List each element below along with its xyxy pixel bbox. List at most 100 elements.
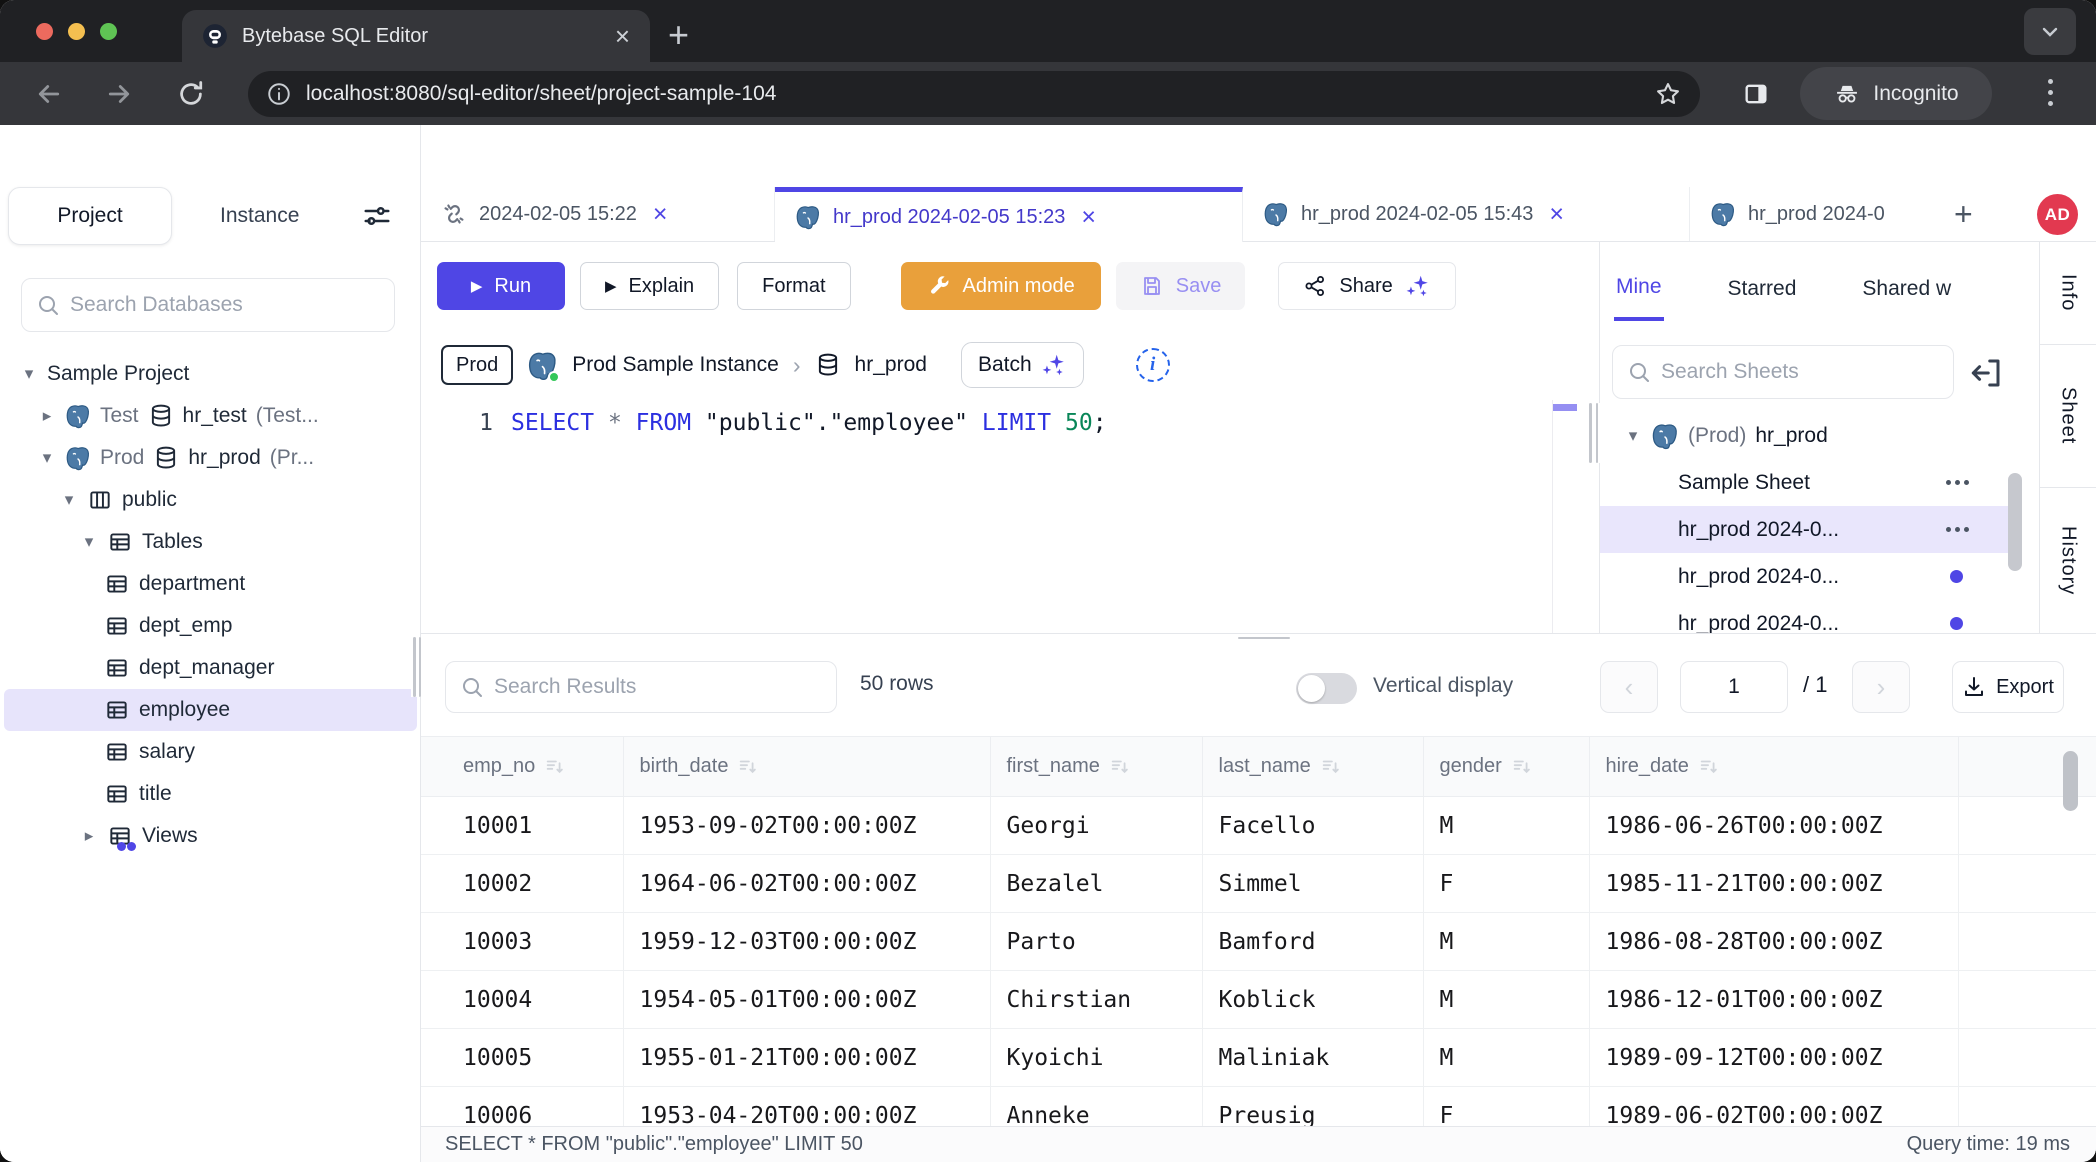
cell[interactable]: 1986-12-01T00:00:00Z xyxy=(1589,971,1958,1029)
minimize-window-button[interactable] xyxy=(68,23,85,40)
sort-icon[interactable] xyxy=(1320,756,1342,778)
sort-icon[interactable] xyxy=(1109,756,1131,778)
cell[interactable]: Preusig xyxy=(1202,1087,1423,1127)
cell[interactable]: Facello xyxy=(1202,797,1423,855)
tree-item-table-employee[interactable]: employee xyxy=(4,689,417,731)
column-header-birth-date[interactable]: birth_date xyxy=(623,737,990,797)
side-panel-icon[interactable] xyxy=(1742,80,1770,108)
tree-item-tables-group[interactable]: ▾ Tables xyxy=(4,521,417,563)
cell[interactable]: M xyxy=(1423,913,1589,971)
editor-tab-4[interactable]: hr_prod 2024-0 xyxy=(1690,187,1940,241)
column-header-last-name[interactable]: last_name xyxy=(1202,737,1423,797)
tree-item-table-title[interactable]: title xyxy=(4,773,417,815)
tree-item-table-salary[interactable]: salary xyxy=(4,731,417,773)
tab-shared[interactable]: Shared w xyxy=(1860,253,1953,319)
tab-history[interactable]: History xyxy=(2040,488,2096,633)
results-search-input[interactable] xyxy=(494,675,822,699)
cell[interactable]: 1989-09-12T00:00:00Z xyxy=(1589,1029,1958,1087)
panel-resize-handle-vertical[interactable] xyxy=(1587,403,1600,463)
cell[interactable]: 1989-06-02T00:00:00Z xyxy=(1589,1087,1958,1127)
site-info-icon[interactable] xyxy=(266,81,292,107)
cell[interactable]: 1953-09-02T00:00:00Z xyxy=(623,797,990,855)
results-resize-handle[interactable] xyxy=(1238,633,1290,641)
cell[interactable]: 10006 xyxy=(421,1087,623,1127)
tab-search-chevron-button[interactable] xyxy=(2024,8,2076,55)
sort-icon[interactable] xyxy=(1698,756,1720,778)
admin-mode-button[interactable]: Admin mode xyxy=(901,262,1101,310)
cell[interactable]: 1954-05-01T00:00:00Z xyxy=(623,971,990,1029)
column-header-hire-date[interactable]: hire_date xyxy=(1589,737,1958,797)
cell[interactable]: Bezalel xyxy=(990,855,1202,913)
column-header-gender[interactable]: gender xyxy=(1423,737,1589,797)
tree-settings-icon[interactable] xyxy=(360,201,394,231)
new-tab-button[interactable]: + xyxy=(668,12,689,58)
sheet-item[interactable]: hr_prod 2024-0... xyxy=(1600,553,2021,600)
sheet-group-hr-prod[interactable]: ▾ (Prod) hr_prod xyxy=(1600,412,2021,459)
tree-item-table-dept-emp[interactable]: dept_emp xyxy=(4,605,417,647)
close-icon[interactable]: × xyxy=(1081,205,1096,230)
caret-right-icon[interactable]: ▸ xyxy=(38,406,56,426)
sort-icon[interactable] xyxy=(544,756,566,778)
column-header-first-name[interactable]: first_name xyxy=(990,737,1202,797)
caret-down-icon[interactable]: ▾ xyxy=(80,532,98,552)
cell[interactable]: Chirstian xyxy=(990,971,1202,1029)
save-button[interactable]: Save xyxy=(1116,262,1246,310)
close-tab-icon[interactable]: × xyxy=(615,23,630,49)
caret-right-icon[interactable]: ▸ xyxy=(80,826,98,846)
tree-item-sample-project[interactable]: ▾ Sample Project xyxy=(4,353,417,395)
explain-button[interactable]: ▶ Explain xyxy=(580,262,719,310)
editor-minimap[interactable] xyxy=(1552,400,1578,633)
caret-down-icon[interactable]: ▾ xyxy=(20,364,38,384)
cell[interactable]: F xyxy=(1423,1087,1589,1127)
zoom-window-button[interactable] xyxy=(100,23,117,40)
tab-mine[interactable]: Mine xyxy=(1614,251,1664,321)
cell[interactable]: 1964-06-02T00:00:00Z xyxy=(623,855,990,913)
editor-tab-1[interactable]: 2024-02-05 15:22 × xyxy=(421,187,775,241)
cell[interactable]: Anneke xyxy=(990,1087,1202,1127)
editor-tab-3[interactable]: hr_prod 2024-02-05 15:43 × xyxy=(1243,187,1690,241)
cell[interactable]: 10005 xyxy=(421,1029,623,1087)
info-icon[interactable]: i xyxy=(1136,348,1170,382)
cell[interactable]: Kyoichi xyxy=(990,1029,1202,1087)
export-button[interactable]: Export xyxy=(1952,661,2064,713)
cell[interactable]: Koblick xyxy=(1202,971,1423,1029)
address-bar[interactable]: localhost:8080/sql-editor/sheet/project-… xyxy=(248,71,1700,117)
tree-item-table-department[interactable]: department xyxy=(4,563,417,605)
vertical-display-toggle[interactable] xyxy=(1296,673,1357,704)
sheet-item-sample-sheet[interactable]: Sample Sheet xyxy=(1600,459,2021,506)
new-sheet-tab-button[interactable]: + xyxy=(1940,187,1987,241)
editor-tab-2-active[interactable]: hr_prod 2024-02-05 15:23 × xyxy=(775,187,1243,242)
cell[interactable]: 1953-04-20T00:00:00Z xyxy=(623,1087,990,1127)
database-name[interactable]: hr_prod xyxy=(855,353,927,377)
collapse-panel-icon[interactable] xyxy=(1968,355,2004,391)
sheet-search-input[interactable] xyxy=(1661,360,1939,384)
tree-item-table-dept-manager[interactable]: dept_manager xyxy=(4,647,417,689)
cell[interactable]: Maliniak xyxy=(1202,1029,1423,1087)
sheet-item-selected[interactable]: hr_prod 2024-0... xyxy=(1600,506,2021,553)
cell[interactable]: M xyxy=(1423,1029,1589,1087)
results-search[interactable] xyxy=(445,661,837,713)
caret-down-icon[interactable]: ▾ xyxy=(60,490,78,510)
cell[interactable]: Bamford xyxy=(1202,913,1423,971)
cell[interactable]: 1986-06-26T00:00:00Z xyxy=(1589,797,1958,855)
tree-item-hr-prod[interactable]: ▾ Prod hr_prod (Pr... xyxy=(4,437,417,479)
close-window-button[interactable] xyxy=(36,23,53,40)
sort-icon[interactable] xyxy=(1511,756,1533,778)
avatar[interactable]: AD xyxy=(2037,194,2078,235)
back-button[interactable] xyxy=(34,79,64,109)
cell[interactable]: 10001 xyxy=(421,797,623,855)
cell[interactable]: M xyxy=(1423,797,1589,855)
instance-name[interactable]: Prod Sample Instance xyxy=(572,353,779,377)
tree-item-hr-test[interactable]: ▸ Test hr_test (Test... xyxy=(4,395,417,437)
next-page-button[interactable]: › xyxy=(1852,661,1910,713)
browser-tab[interactable]: Bytebase SQL Editor × xyxy=(182,10,650,62)
tab-sheet[interactable]: Sheet xyxy=(2040,345,2096,488)
cell[interactable]: Simmel xyxy=(1202,855,1423,913)
cell[interactable]: 1985-11-21T00:00:00Z xyxy=(1589,855,1958,913)
tab-project[interactable]: Project xyxy=(8,187,172,245)
tree-item-public-schema[interactable]: ▾ public xyxy=(4,479,417,521)
cell[interactable]: 1959-12-03T00:00:00Z xyxy=(623,913,990,971)
page-number-input[interactable] xyxy=(1680,661,1788,713)
batch-button[interactable]: Batch xyxy=(961,342,1084,388)
caret-down-icon[interactable]: ▾ xyxy=(38,448,56,468)
